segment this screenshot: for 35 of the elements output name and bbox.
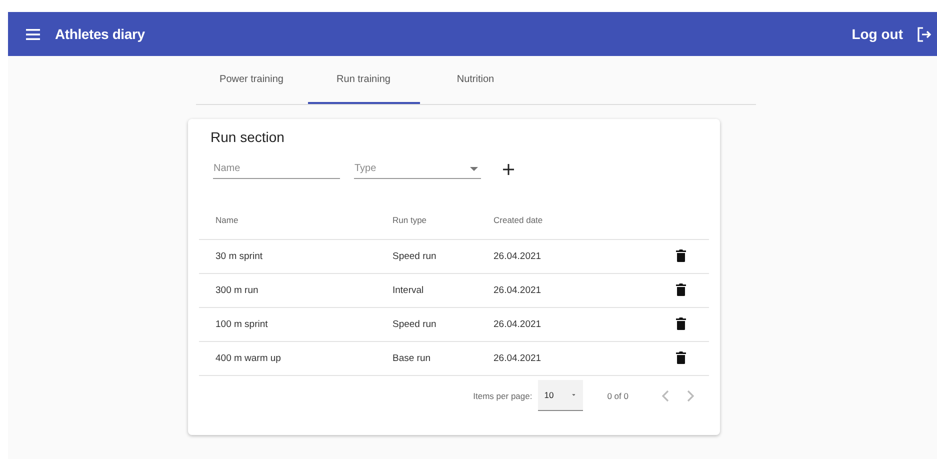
- menu-icon[interactable]: [26, 28, 40, 40]
- items-per-page-label: Items per page:: [473, 390, 532, 400]
- table-cell: 26.04.2021: [476, 308, 609, 342]
- tab[interactable]: Power training: [196, 56, 308, 104]
- table-cell: 26.04.2021: [476, 240, 609, 274]
- tab[interactable]: Run training: [308, 56, 420, 104]
- table-cell: 26.04.2021: [476, 342, 609, 376]
- name-field[interactable]: Name: [212, 159, 340, 179]
- column-header: Created date: [476, 201, 609, 240]
- tab[interactable]: Nutrition: [420, 56, 532, 104]
- table-cell: 300 m run: [198, 274, 376, 308]
- table-cell: Base run: [376, 342, 476, 376]
- add-icon[interactable]: [502, 164, 514, 174]
- table-cell: Speed run: [376, 308, 476, 342]
- caret-icon: [470, 166, 478, 170]
- page-size-select[interactable]: 10: [538, 380, 584, 411]
- trash-icon[interactable]: [676, 282, 686, 296]
- table-cell: 26.04.2021: [476, 274, 609, 308]
- column-header: Run type: [376, 201, 476, 240]
- trash-icon[interactable]: [676, 350, 686, 364]
- table-cell: 400 m warm up: [198, 342, 376, 376]
- logout-icon[interactable]: [917, 26, 932, 42]
- table-cell: 30 m sprint: [198, 240, 376, 274]
- page-range: 0 of 0: [607, 390, 628, 400]
- trash-icon[interactable]: [676, 316, 686, 330]
- table-cell: Interval: [376, 274, 476, 308]
- table-cell: 100 m sprint: [198, 308, 376, 342]
- caret-icon: [572, 393, 576, 397]
- app-title: Athletes diary: [55, 26, 145, 42]
- type-select[interactable]: Type: [354, 159, 480, 179]
- logout-button[interactable]: Log out: [852, 26, 903, 42]
- column-header: Name: [198, 201, 376, 240]
- section-title: Run section: [210, 129, 286, 145]
- table-cell: Speed run: [376, 240, 476, 274]
- trash-icon[interactable]: [676, 248, 686, 262]
